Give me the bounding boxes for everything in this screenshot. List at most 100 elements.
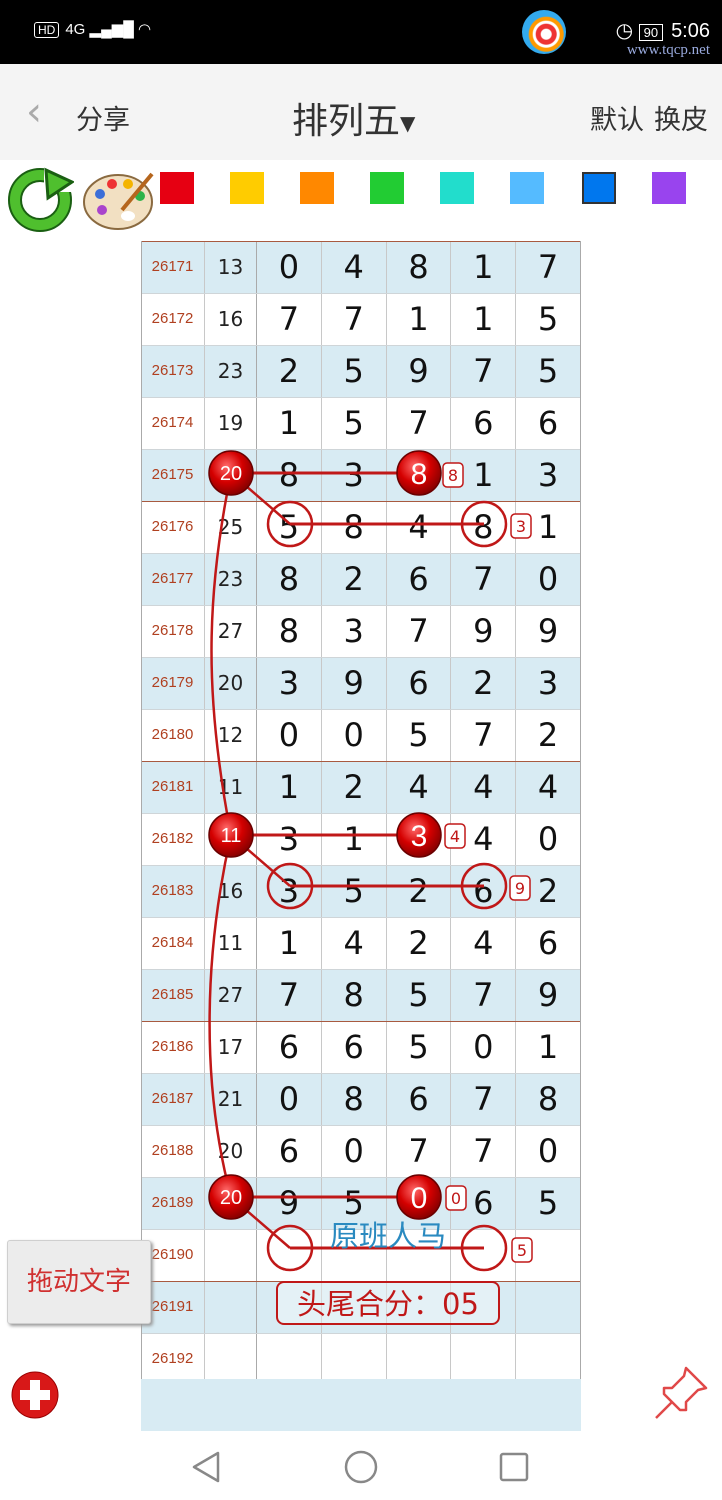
draw-digit[interactable]: 4 bbox=[451, 813, 517, 865]
draw-digit[interactable]: 3 bbox=[257, 657, 322, 709]
draw-digit[interactable]: 8 bbox=[451, 501, 517, 553]
add-icon[interactable] bbox=[10, 1370, 60, 1420]
draw-digit[interactable] bbox=[387, 1229, 452, 1281]
draw-digit[interactable] bbox=[516, 1281, 581, 1333]
draw-digit[interactable] bbox=[322, 1281, 387, 1333]
draw-digit[interactable]: 9 bbox=[451, 605, 517, 657]
draw-digit[interactable]: 2 bbox=[322, 553, 387, 605]
draw-digit[interactable]: 5 bbox=[322, 397, 387, 449]
draw-digit[interactable]: 6 bbox=[387, 657, 452, 709]
draw-digit[interactable]: 6 bbox=[387, 1073, 452, 1125]
draw-digit[interactable]: 3 bbox=[322, 605, 387, 657]
draw-digit[interactable]: 8 bbox=[387, 241, 452, 293]
draw-digit[interactable]: 5 bbox=[516, 345, 581, 397]
color-swatch-orange[interactable] bbox=[300, 172, 334, 204]
draw-digit[interactable]: 8 bbox=[387, 449, 452, 501]
pin-icon[interactable] bbox=[652, 1364, 710, 1422]
draw-digit[interactable]: 1 bbox=[451, 293, 517, 345]
draw-digit[interactable]: 7 bbox=[451, 345, 517, 397]
color-swatch-sky[interactable] bbox=[510, 172, 544, 204]
draw-digit[interactable]: 0 bbox=[322, 709, 387, 761]
draw-digit[interactable]: 3 bbox=[257, 813, 322, 865]
draw-digit[interactable]: 2 bbox=[516, 709, 581, 761]
draw-digit[interactable]: 5 bbox=[257, 501, 322, 553]
draw-digit[interactable]: 9 bbox=[322, 657, 387, 709]
draw-digit[interactable]: 8 bbox=[322, 969, 387, 1021]
draw-digit[interactable] bbox=[451, 1281, 517, 1333]
drag-text-button[interactable]: 拖动文字 bbox=[7, 1240, 151, 1324]
draw-digit[interactable]: 3 bbox=[387, 813, 452, 865]
draw-digit[interactable]: 9 bbox=[516, 605, 581, 657]
color-swatch-blue[interactable] bbox=[582, 172, 616, 204]
draw-digit[interactable]: 4 bbox=[516, 761, 581, 813]
draw-digit[interactable] bbox=[451, 1333, 517, 1385]
draw-digit[interactable]: 2 bbox=[516, 865, 581, 917]
draw-digit[interactable]: 2 bbox=[257, 345, 322, 397]
draw-digit[interactable]: 0 bbox=[451, 1021, 517, 1073]
draw-digit[interactable]: 5 bbox=[516, 1177, 581, 1229]
draw-digit[interactable]: 5 bbox=[387, 1021, 452, 1073]
draw-digit[interactable] bbox=[451, 1229, 517, 1281]
draw-digit[interactable]: 9 bbox=[516, 969, 581, 1021]
draw-digit[interactable]: 1 bbox=[257, 397, 322, 449]
draw-digit[interactable]: 5 bbox=[322, 865, 387, 917]
draw-digit[interactable] bbox=[257, 1229, 322, 1281]
draw-digit[interactable]: 7 bbox=[451, 1073, 517, 1125]
draw-digit[interactable]: 2 bbox=[322, 761, 387, 813]
draw-digit[interactable]: 1 bbox=[257, 761, 322, 813]
color-swatch-yellow[interactable] bbox=[230, 172, 264, 204]
draw-digit[interactable]: 2 bbox=[387, 865, 452, 917]
back-arrow-icon[interactable]: ‹ bbox=[26, 92, 52, 132]
nav-home-icon[interactable] bbox=[343, 1449, 379, 1485]
draw-digit[interactable]: 6 bbox=[322, 1021, 387, 1073]
draw-digit[interactable]: 7 bbox=[387, 1125, 452, 1177]
draw-digit[interactable]: 6 bbox=[387, 553, 452, 605]
draw-digit[interactable]: 4 bbox=[451, 917, 517, 969]
draw-digit[interactable]: 8 bbox=[516, 1073, 581, 1125]
draw-digit[interactable] bbox=[516, 1229, 581, 1281]
draw-digit[interactable]: 5 bbox=[387, 969, 452, 1021]
draw-digit[interactable]: 7 bbox=[451, 709, 517, 761]
color-swatch-purple[interactable] bbox=[652, 172, 686, 204]
draw-digit[interactable]: 7 bbox=[387, 605, 452, 657]
change-skin-button[interactable]: 换皮 bbox=[654, 105, 708, 136]
color-swatch-green[interactable] bbox=[370, 172, 404, 204]
draw-digit[interactable]: 2 bbox=[387, 917, 452, 969]
draw-digit[interactable]: 8 bbox=[322, 501, 387, 553]
color-swatch-red[interactable] bbox=[160, 172, 194, 204]
draw-digit[interactable]: 8 bbox=[257, 605, 322, 657]
draw-digit[interactable]: 1 bbox=[451, 241, 517, 293]
draw-digit[interactable] bbox=[322, 1229, 387, 1281]
draw-digit[interactable]: 5 bbox=[516, 293, 581, 345]
draw-digit[interactable]: 7 bbox=[451, 1125, 517, 1177]
draw-digit[interactable]: 7 bbox=[451, 553, 517, 605]
draw-digit[interactable] bbox=[387, 1333, 452, 1385]
draw-digit[interactable] bbox=[257, 1333, 322, 1385]
draw-digit[interactable]: 8 bbox=[322, 1073, 387, 1125]
draw-digit[interactable]: 4 bbox=[387, 501, 452, 553]
nav-recents-icon[interactable] bbox=[498, 1451, 530, 1483]
draw-digit[interactable]: 3 bbox=[516, 449, 581, 501]
draw-digit[interactable]: 0 bbox=[516, 1125, 581, 1177]
draw-digit[interactable]: 6 bbox=[257, 1125, 322, 1177]
draw-digit[interactable]: 0 bbox=[257, 241, 322, 293]
draw-digit[interactable] bbox=[322, 1333, 387, 1385]
draw-digit[interactable]: 7 bbox=[451, 969, 517, 1021]
share-button[interactable]: 分享 bbox=[76, 98, 130, 137]
draw-digit[interactable]: 3 bbox=[322, 449, 387, 501]
draw-digit[interactable]: 7 bbox=[516, 241, 581, 293]
palette-icon[interactable] bbox=[82, 170, 156, 232]
draw-digit[interactable]: 6 bbox=[451, 1177, 517, 1229]
draw-digit[interactable]: 5 bbox=[322, 345, 387, 397]
lottery-type-dropdown[interactable]: 排列五▼ bbox=[292, 92, 415, 144]
draw-digit[interactable]: 9 bbox=[257, 1177, 322, 1229]
draw-digit[interactable]: 1 bbox=[516, 501, 581, 553]
color-swatch-cyan[interactable] bbox=[440, 172, 474, 204]
draw-digit[interactable]: 4 bbox=[322, 241, 387, 293]
draw-digit[interactable]: 0 bbox=[516, 813, 581, 865]
draw-digit[interactable]: 1 bbox=[322, 813, 387, 865]
draw-digit[interactable]: 1 bbox=[451, 449, 517, 501]
refresh-icon[interactable] bbox=[6, 164, 74, 232]
nav-back-icon[interactable] bbox=[190, 1450, 222, 1484]
draw-digit[interactable]: 3 bbox=[257, 865, 322, 917]
